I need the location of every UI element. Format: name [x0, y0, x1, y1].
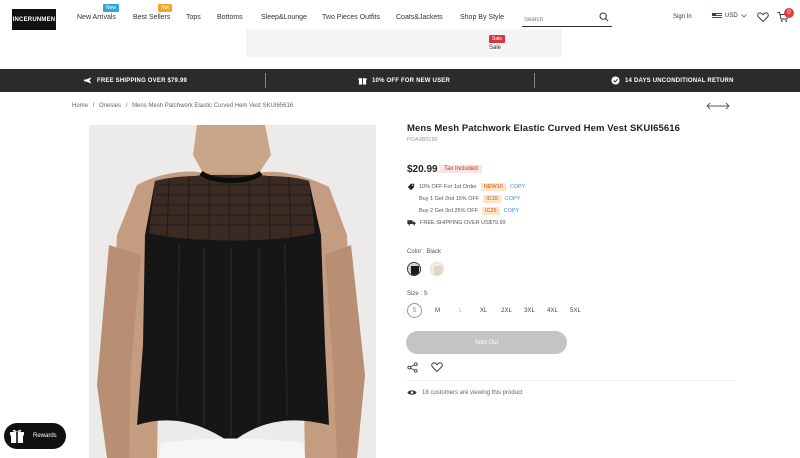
free-shipping-text: FREE SHIPPING OVER US$79.99: [420, 219, 506, 226]
gift-icon: [358, 78, 367, 85]
nav-tops[interactable]: Tops: [186, 14, 201, 21]
promo-line-2: Buy 1 Get 2nd 15% OFF IC15 COPY: [419, 195, 520, 203]
sold-out-button[interactable]: Sold Out: [406, 331, 567, 354]
size-option-4xl[interactable]: 4XL: [545, 303, 560, 318]
promo-code: NEW10: [480, 183, 506, 191]
divider: [407, 380, 735, 381]
size-option-3xl[interactable]: 3XL: [522, 303, 537, 318]
chevron-down-icon: [740, 14, 747, 18]
return-text: 14 DAYS UNCONDITIONAL RETURN: [625, 77, 734, 84]
product-title: Mens Mesh Patchwork Elastic Curved Hem V…: [407, 123, 680, 134]
new-user-notice: 10% OFF FOR NEW USER: [358, 76, 450, 85]
size-option-m[interactable]: M: [430, 303, 445, 318]
free-shipping-notice: FREE SHIPPING OVER $79.99: [83, 76, 187, 85]
info-bar: FREE SHIPPING OVER $79.99 10% OFF FOR NE…: [0, 69, 800, 92]
promo-code: IC15: [483, 195, 501, 203]
truck-icon: [407, 220, 416, 226]
new-badge: New: [103, 4, 120, 12]
search-input[interactable]: [522, 11, 592, 29]
viewing-text: 18 customers are viewing this product: [422, 389, 523, 396]
sale-tag: Sale: [489, 35, 506, 43]
size-option-5xl[interactable]: 5XL: [568, 303, 583, 318]
product-sku: POA9B0190: [407, 137, 438, 143]
breadcrumb: Home / Onesies / Mens Mesh Patchwork Ela…: [72, 103, 296, 109]
tax-badge: Tax Included: [440, 165, 482, 173]
logo[interactable]: INCERUNMEN: [12, 9, 56, 30]
sign-in-link[interactable]: Sign In: [673, 14, 692, 20]
color-swatch-black[interactable]: [407, 262, 421, 276]
currency-selector[interactable]: USD: [712, 13, 747, 19]
copy-code-link[interactable]: COPY: [504, 208, 520, 214]
breadcrumb-home[interactable]: Home: [72, 103, 88, 109]
check-circle-icon: [611, 76, 620, 85]
promo-text: Buy 1 Get 2nd 15% OFF: [419, 196, 480, 202]
breadcrumb-sep: /: [92, 103, 95, 109]
hot-badge: Hot: [158, 4, 172, 12]
product-image[interactable]: [89, 125, 376, 458]
nav-best-sellers[interactable]: Best Sellers: [133, 14, 170, 21]
size-option-2xl[interactable]: 2XL: [499, 303, 514, 318]
free-shipping-text: FREE SHIPPING OVER $79.99: [97, 77, 188, 84]
breadcrumb-sep: /: [125, 103, 128, 109]
breadcrumb-current: Mens Mesh Patchwork Elastic Curved Hem V…: [132, 103, 294, 109]
copy-code-link[interactable]: COPY: [505, 196, 521, 202]
new-user-text: 10% OFF FOR NEW USER: [372, 77, 451, 84]
rewards-button[interactable]: Rewards: [4, 423, 66, 449]
promo-code: IC25: [482, 207, 500, 215]
nav-shop-by-style[interactable]: Shop By Style: [460, 14, 504, 21]
share-icon[interactable]: [407, 362, 418, 373]
breadcrumb-onesies[interactable]: Onesies: [99, 103, 121, 109]
nav-coats-jackets[interactable]: Coats&Jackets: [396, 14, 443, 21]
cart-count-badge: 0: [784, 8, 794, 18]
search-box: [522, 8, 612, 29]
size-option-l[interactable]: L: [453, 303, 468, 318]
prev-next-arrows-icon[interactable]: [706, 101, 730, 111]
plane-icon: [83, 77, 92, 84]
nav-sleep-lounge[interactable]: Sleep&Lounge: [261, 14, 307, 21]
nav-new-arrivals[interactable]: New Arrivals: [77, 14, 116, 21]
bar-divider: [534, 73, 535, 88]
wishlist-icon[interactable]: [757, 11, 769, 23]
product-photo: [89, 125, 376, 458]
tag-icon: [407, 183, 415, 191]
nav-two-pieces[interactable]: Two Pieces Outfits: [322, 14, 380, 21]
viewing-notice: 18 customers are viewing this product: [407, 389, 523, 396]
search-icon[interactable]: [599, 12, 609, 22]
color-label: Color : Black: [407, 249, 442, 255]
free-shipping-line: FREE SHIPPING OVER US$79.99: [407, 219, 506, 226]
us-flag-icon: [712, 13, 722, 19]
nav-bottoms[interactable]: Bottoms: [217, 14, 243, 21]
color-swatch-beige[interactable]: [430, 262, 444, 276]
size-option-s[interactable]: S: [407, 303, 422, 318]
sale-label[interactable]: Sale: [489, 45, 501, 51]
size-label: Size : S: [407, 291, 428, 297]
size-option-xl[interactable]: XL: [476, 303, 491, 318]
gift-icon: [10, 429, 24, 443]
heart-icon[interactable]: [431, 361, 443, 373]
return-notice: 14 DAYS UNCONDITIONAL RETURN: [611, 76, 734, 85]
promo-banner: [246, 29, 562, 57]
rewards-label: Rewards: [33, 433, 57, 439]
copy-code-link[interactable]: COPY: [510, 184, 526, 190]
promo-line-3: Buy 2 Get 3rd 25% OFF IC25 COPY: [419, 207, 519, 215]
promo-text: Buy 2 Get 3rd 25% OFF: [419, 208, 478, 214]
promo-text: 10% OFF For 1st Order: [419, 184, 477, 190]
bar-divider: [265, 73, 266, 88]
promo-line-1: 10% OFF For 1st Order NEW10 COPY: [407, 183, 525, 191]
currency-label: USD: [725, 13, 738, 19]
eye-icon: [407, 390, 417, 395]
product-price: $20.99: [407, 164, 438, 175]
